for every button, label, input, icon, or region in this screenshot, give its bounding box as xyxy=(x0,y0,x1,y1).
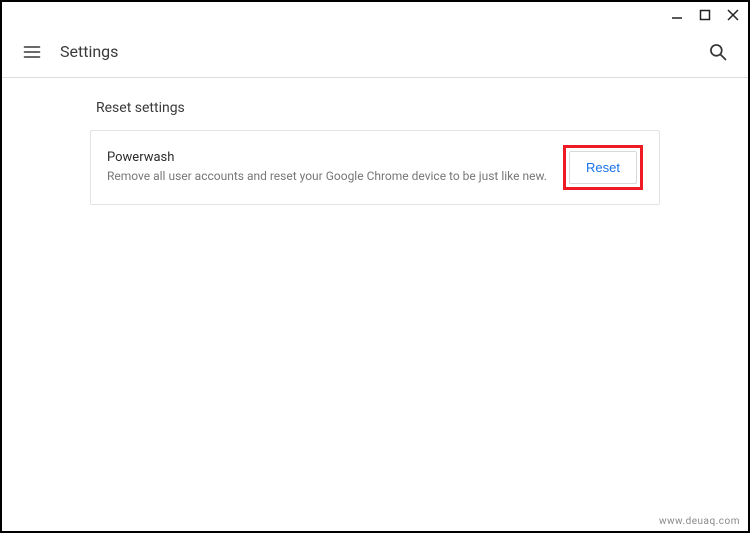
search-icon[interactable] xyxy=(708,42,728,62)
card-title: Powerwash xyxy=(107,150,551,165)
watermark: www.deuaq.com xyxy=(659,516,740,527)
minimize-icon[interactable] xyxy=(670,8,684,22)
app-header: Settings xyxy=(2,26,748,78)
content-area: Reset settings Powerwash Remove all user… xyxy=(2,78,748,205)
close-icon[interactable] xyxy=(726,8,740,22)
page-title: Settings xyxy=(60,42,118,61)
powerwash-card: Powerwash Remove all user accounts and r… xyxy=(90,130,660,205)
window-controls xyxy=(670,8,740,22)
maximize-icon[interactable] xyxy=(698,8,712,22)
reset-highlight-box: Reset xyxy=(563,145,643,190)
menu-icon[interactable] xyxy=(22,42,42,62)
section-title: Reset settings xyxy=(96,100,660,116)
card-description: Remove all user accounts and reset your … xyxy=(107,169,551,185)
reset-button[interactable]: Reset xyxy=(569,151,637,184)
